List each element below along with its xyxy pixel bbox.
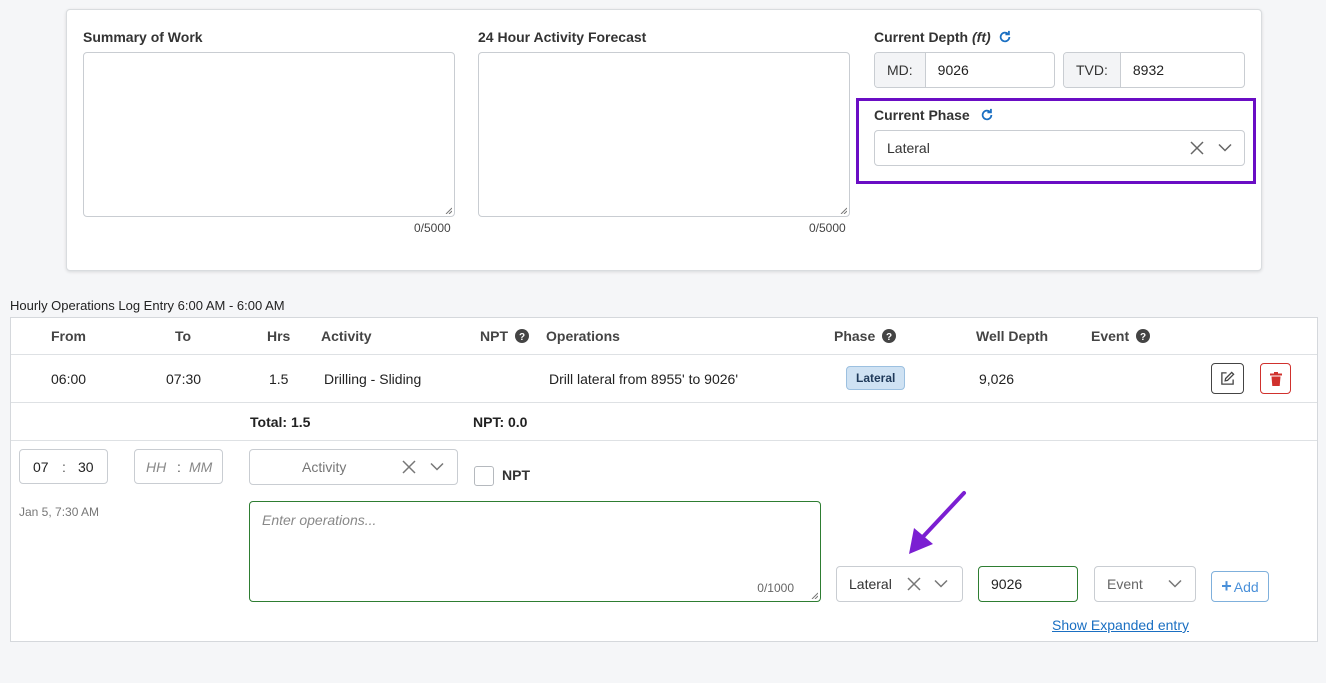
- header-well-depth: Well Depth: [976, 328, 1049, 344]
- question-circle-icon[interactable]: ?: [1136, 329, 1151, 343]
- forecast-label: 24 Hour Activity Forecast: [478, 29, 647, 45]
- total-npt: NPT: 0.0: [473, 414, 528, 430]
- forecast-textarea[interactable]: [478, 52, 850, 217]
- svg-text:?: ?: [886, 332, 892, 343]
- header-phase: Phase ?: [834, 328, 897, 344]
- header-from: From: [51, 328, 86, 344]
- chevron-down-icon[interactable]: [430, 462, 444, 472]
- divider: [11, 354, 1317, 355]
- operations-log-table: From To Hrs Activity NPT ? Operations Ph…: [10, 317, 1318, 642]
- tvd-field[interactable]: TVD: 8932: [1063, 52, 1245, 88]
- npt-checkbox[interactable]: [474, 466, 494, 486]
- well-depth-input[interactable]: 9026: [978, 566, 1078, 602]
- depth-unit: (ft): [972, 29, 991, 45]
- entry-date-label: Jan 5, 7:30 AM: [19, 505, 100, 519]
- current-depth-label: Current Depth (ft): [874, 29, 1012, 45]
- activity-select[interactable]: Activity: [249, 449, 458, 485]
- question-circle-icon[interactable]: ?: [882, 329, 897, 343]
- phase-highlight-box: [856, 98, 1256, 184]
- header-operations: Operations: [546, 328, 620, 344]
- header-activity: Activity: [321, 328, 372, 344]
- time-separator: :: [177, 458, 181, 475]
- header-to: To: [175, 328, 192, 344]
- current-depth-label-text: Current Depth: [874, 29, 969, 45]
- divider: [11, 440, 1317, 441]
- phase-select-value: Lateral: [849, 576, 892, 592]
- header-event-text: Event: [1091, 328, 1130, 344]
- plus-icon: +: [1221, 576, 1232, 596]
- refresh-icon[interactable]: [998, 30, 1012, 44]
- question-circle-icon[interactable]: ?: [514, 329, 529, 343]
- event-placeholder: Event: [1107, 576, 1143, 592]
- summary-textarea[interactable]: [83, 52, 455, 217]
- phase-select[interactable]: Lateral: [836, 566, 963, 602]
- md-value[interactable]: 9026: [926, 53, 981, 87]
- operations-textarea[interactable]: Enter operations... 0/1000: [249, 501, 821, 602]
- resize-grip-icon[interactable]: [839, 206, 847, 214]
- svg-text:?: ?: [1140, 332, 1146, 343]
- edit-icon: [1221, 371, 1235, 385]
- npt-checkbox-label: NPT: [502, 467, 530, 483]
- close-icon[interactable]: [402, 460, 416, 474]
- from-hours[interactable]: 07: [33, 459, 49, 475]
- to-time-input[interactable]: HH : MM: [134, 449, 223, 484]
- activity-placeholder: Activity: [302, 459, 347, 475]
- row-activity: Drilling - Sliding: [324, 371, 422, 387]
- resize-grip-icon[interactable]: [444, 206, 452, 214]
- md-prefix: MD:: [875, 53, 926, 87]
- header-phase-text: Phase: [834, 328, 876, 344]
- to-hours-placeholder[interactable]: HH: [146, 459, 166, 475]
- header-npt: NPT ?: [480, 328, 529, 344]
- chevron-down-icon[interactable]: [1168, 579, 1182, 589]
- chevron-down-icon[interactable]: [934, 579, 948, 589]
- edit-row-button[interactable]: [1211, 363, 1244, 394]
- delete-row-button[interactable]: [1260, 363, 1291, 394]
- operations-counter: 0/1000: [757, 581, 794, 595]
- row-phase-badge: Lateral: [846, 366, 906, 390]
- summary-counter: 0/5000: [414, 221, 451, 235]
- header-hrs: Hrs: [267, 328, 291, 344]
- row-to: 07:30: [166, 371, 202, 387]
- close-icon[interactable]: [907, 577, 921, 591]
- header-event: Event ?: [1091, 328, 1151, 344]
- log-title: Hourly Operations Log Entry 6:00 AM - 6:…: [10, 298, 285, 313]
- row-from: 06:00: [51, 371, 87, 387]
- md-field[interactable]: MD: 9026: [874, 52, 1055, 88]
- divider: [11, 402, 1317, 403]
- forecast-counter: 0/5000: [809, 221, 846, 235]
- from-minutes[interactable]: 30: [78, 459, 94, 475]
- tvd-prefix: TVD:: [1064, 53, 1121, 87]
- summary-label: Summary of Work: [83, 29, 203, 45]
- add-entry-button[interactable]: + Add: [1211, 571, 1269, 602]
- operations-placeholder: Enter operations...: [262, 512, 377, 528]
- resize-grip-icon[interactable]: [810, 591, 818, 599]
- header-npt-text: NPT: [480, 328, 508, 344]
- show-expanded-entry-link[interactable]: Show Expanded entry: [1052, 617, 1189, 633]
- from-time-input[interactable]: 07 : 30: [19, 449, 108, 484]
- add-label: Add: [1233, 578, 1259, 595]
- row-hrs: 1.5: [269, 371, 289, 387]
- row-operations: Drill lateral from 8955' to 9026': [549, 371, 738, 387]
- annotation-arrow: [909, 491, 966, 554]
- trash-icon: [1269, 371, 1282, 386]
- svg-text:?: ?: [519, 332, 525, 343]
- event-select[interactable]: Event: [1094, 566, 1196, 602]
- time-separator: :: [62, 458, 66, 475]
- tvd-value[interactable]: 8932: [1121, 53, 1176, 87]
- row-well-depth: 9,026: [979, 371, 1015, 387]
- to-minutes-placeholder[interactable]: MM: [189, 459, 212, 475]
- total-hours: Total: 1.5: [250, 414, 311, 430]
